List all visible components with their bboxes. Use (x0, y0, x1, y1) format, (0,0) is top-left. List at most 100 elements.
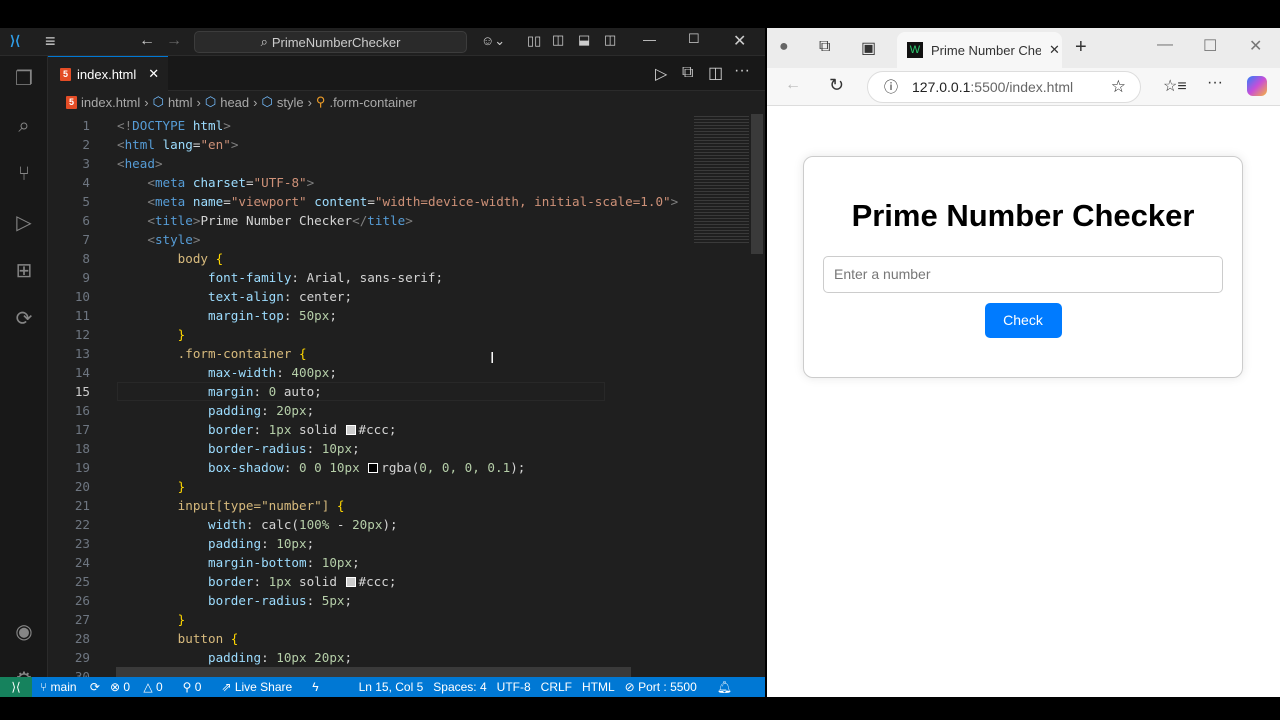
account-icon[interactable]: ◉ (0, 611, 48, 651)
remote-indicator-icon[interactable]: ⟩⟨ (0, 677, 32, 697)
code-token: style (154, 232, 193, 247)
toggle-sidebar-icon[interactable]: ◫ (552, 32, 564, 48)
menu-icon[interactable]: ≡ (45, 31, 56, 52)
problems-status[interactable]: ⊗ 0 △ 0 (110, 680, 173, 694)
code-token: = (245, 175, 254, 190)
toggle-secondary-sidebar-icon[interactable]: ◫ (604, 32, 616, 48)
code-token: : (261, 536, 277, 551)
maximize-icon[interactable]: ☐ (1203, 36, 1217, 56)
close-tab-icon[interactable]: ✕ (148, 66, 159, 82)
live-server-port[interactable]: ⊘ Port : 5500 (625, 680, 707, 694)
line-number: 23 (74, 536, 90, 551)
more-actions-icon[interactable]: ··· (734, 62, 750, 80)
live-share-status[interactable]: ⇗ Live Share (221, 680, 302, 694)
breadcrumb-item[interactable]: html (168, 95, 193, 110)
color-swatch[interactable] (368, 463, 379, 473)
code-token: 20px (276, 403, 307, 418)
code-token: : (306, 555, 322, 570)
open-preview-icon[interactable]: ⧉ (682, 64, 693, 82)
minimap[interactable] (694, 114, 749, 244)
line-number: 25 (74, 574, 90, 589)
address-bar[interactable]: ⓘ 127.0.0.1:5500/index.html ☆ (867, 71, 1141, 103)
tab-index-html[interactable]: 5 index.html ✕ (48, 56, 168, 91)
encoding-status[interactable]: UTF-8 (497, 680, 531, 694)
code-token: .form-container (177, 346, 292, 361)
indentation-status[interactable]: Spaces: 4 (433, 680, 486, 694)
url-path: :5500/index.html (970, 79, 1074, 95)
close-tab-icon[interactable]: ✕ (1049, 42, 1060, 58)
customize-layout-icon[interactable]: ▯▯ (527, 33, 541, 49)
horizontal-scrollbar[interactable] (116, 667, 631, 677)
close-window-icon[interactable]: ✕ (1249, 36, 1262, 56)
browser-tab[interactable]: W Prime Number Checker ✕ (897, 32, 1062, 68)
copilot-icon[interactable] (1247, 76, 1267, 96)
code-token: : (276, 365, 292, 380)
back-icon[interactable]: ← (785, 76, 801, 94)
code-token: > (230, 137, 239, 152)
close-window-icon[interactable]: ✕ (733, 31, 746, 51)
remote-explorer-icon[interactable]: ⟳ (0, 298, 48, 338)
copilot-icon[interactable]: ☺⌄ (481, 33, 505, 49)
breadcrumb: 5 index.html › ⬡ html › ⬡ head › ⬡ style › ⚲ .for… (48, 91, 765, 113)
code-token: < (147, 213, 155, 228)
new-tab-icon[interactable]: + (1075, 36, 1087, 59)
maximize-icon[interactable]: ☐ (688, 31, 700, 47)
workspaces-icon[interactable]: ⧉ (819, 38, 830, 56)
eol-status[interactable]: CRLF (541, 680, 572, 694)
run-icon[interactable]: ▷ (655, 64, 667, 84)
cursor-position[interactable]: Ln 15, Col 5 (359, 680, 424, 694)
code-token: title (154, 213, 193, 228)
tab-label: index.html (77, 66, 137, 82)
breadcrumb-item[interactable]: style (277, 95, 304, 110)
code-token: : (261, 403, 277, 418)
breadcrumb-item[interactable]: head (220, 95, 249, 110)
extensions-icon[interactable]: ⊞ (0, 250, 48, 290)
code-token: : (253, 574, 269, 589)
number-input[interactable]: Enter a number (823, 256, 1223, 293)
more-icon[interactable]: ··· (1207, 74, 1223, 92)
notifications-bell-icon[interactable]: 🔔︎ (717, 680, 732, 694)
code-editor[interactable]: 1 <!DOCTYPE html> 2 <html lang="en"> 3 <head>… (48, 114, 763, 677)
run-debug-icon[interactable]: ▷ (0, 202, 48, 242)
toggle-panel-icon[interactable]: ⬓ (578, 32, 590, 48)
search-view-icon[interactable]: ⌕ (0, 106, 48, 146)
search-label: PrimeNumberChecker (271, 34, 401, 50)
explorer-icon[interactable]: ❐ (0, 58, 48, 98)
favorites-icon[interactable]: ☆≡ (1163, 76, 1187, 96)
ports-status[interactable]: ⚲ 0 (183, 680, 212, 694)
color-swatch[interactable] (345, 577, 356, 587)
lightning-icon[interactable]: ϟ (312, 680, 318, 694)
command-center-search[interactable]: ⌕ PrimeNumberChecker (194, 31, 467, 53)
profile-icon[interactable]: ● (779, 38, 789, 56)
vertical-scrollbar[interactable] (751, 114, 763, 254)
line-number: 15 (74, 384, 90, 399)
reload-icon[interactable]: ↻ (829, 75, 844, 96)
search-icon: ⌕ (260, 34, 268, 49)
language-mode[interactable]: HTML (582, 680, 615, 694)
back-icon[interactable]: ← (139, 32, 155, 50)
code-token: { (336, 498, 345, 513)
source-control-icon[interactable]: ⑂ (0, 154, 48, 194)
breadcrumb-item[interactable]: index.html (81, 95, 140, 110)
color-swatch[interactable] (345, 425, 356, 435)
breadcrumb-item[interactable]: .form-container (329, 95, 416, 110)
favorite-star-icon[interactable]: ☆ (1111, 77, 1126, 97)
minimize-icon[interactable]: — (643, 32, 656, 47)
code-line: 17 border: 1px solid #ccc; (48, 420, 678, 439)
vertical-tabs-icon[interactable]: ▣ (861, 38, 876, 58)
split-editor-icon[interactable]: ◫ (708, 63, 723, 83)
vscode-logo-icon: ⟩⟨ (10, 33, 21, 48)
code-token: < (117, 156, 125, 171)
minimize-icon[interactable]: — (1157, 36, 1173, 54)
branch-status[interactable]: ⑂ main ⟳ (40, 680, 100, 694)
code-token: : (283, 308, 299, 323)
code-line: 14 max-width: 400px; (48, 363, 678, 382)
url-host: 127.0.0.1 (912, 79, 971, 95)
site-info-icon[interactable]: ⓘ (884, 77, 898, 97)
forward-icon[interactable]: → (166, 32, 182, 50)
check-button[interactable]: Check (984, 303, 1062, 338)
